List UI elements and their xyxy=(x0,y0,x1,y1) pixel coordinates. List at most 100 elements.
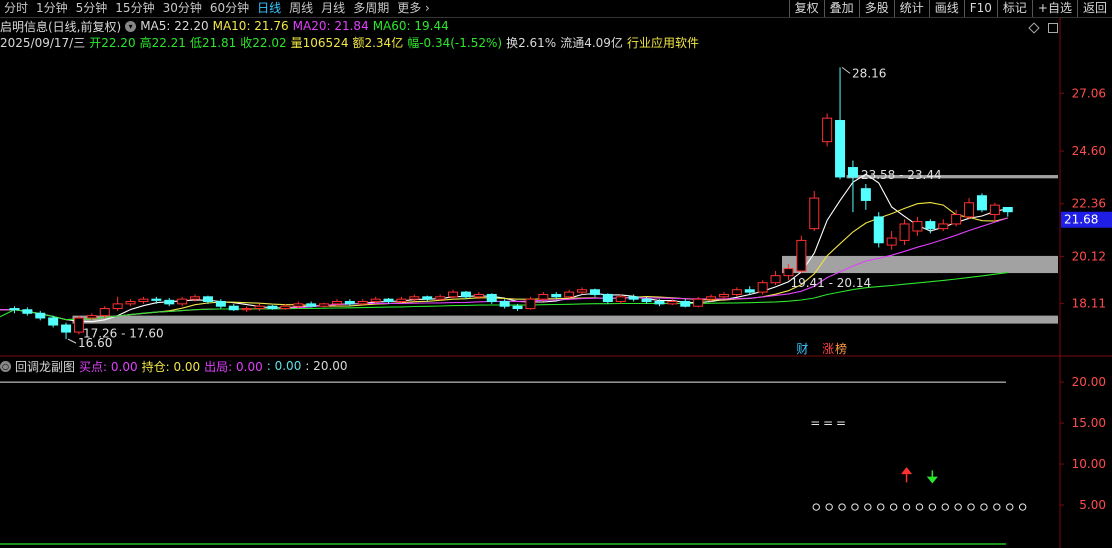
candle-body-7 xyxy=(99,308,110,317)
current-price-label: 21.68 xyxy=(1064,213,1098,227)
sub-circle-63 xyxy=(838,503,846,511)
sub-up-arrow xyxy=(900,467,913,483)
candle-body-66 xyxy=(860,188,871,201)
candle-body-76 xyxy=(989,204,1000,216)
candle-body-51 xyxy=(667,301,678,305)
candle-body-3 xyxy=(48,317,59,326)
candle-body-60 xyxy=(783,268,794,277)
candle-body-30 xyxy=(396,298,407,303)
zone-label-2: 23.58 - 23.44 xyxy=(861,168,942,182)
candle-body-6 xyxy=(86,315,97,319)
candle-body-31 xyxy=(409,296,420,300)
candle-body-45 xyxy=(589,289,600,295)
candle-body-46 xyxy=(602,293,613,303)
sub-circle-64 xyxy=(851,503,859,511)
sub-circle-74 xyxy=(980,503,988,511)
candle-body-47 xyxy=(615,296,626,303)
candle-body-35 xyxy=(460,291,471,298)
price-tick-1: 24.60 xyxy=(1072,144,1106,158)
candle-body-57 xyxy=(744,289,755,293)
candle-body-62 xyxy=(809,197,820,230)
sub-circle-65 xyxy=(864,503,872,511)
low-label: 16.60 xyxy=(78,336,112,350)
hold-value: 持仓: 0.00 xyxy=(141,359,201,374)
candle-body-32 xyxy=(422,296,433,300)
candle-body-13 xyxy=(177,298,188,305)
sub-circle-69 xyxy=(915,503,924,511)
candle-body-50 xyxy=(654,301,665,305)
low-pointer xyxy=(67,338,77,344)
zone-label-1: 19.41 - 20.14 xyxy=(790,276,871,290)
sub-circle-72 xyxy=(954,503,962,511)
candle-body-73 xyxy=(951,214,962,225)
price-tick-3: 20.12 xyxy=(1072,249,1106,263)
candle-body-44 xyxy=(577,289,588,293)
sub-chart-header: ○ 回调龙副图 买点: 0.00 持仓: 0.00 出局: 0.00 : 0.0… xyxy=(0,358,352,374)
candle-body-75 xyxy=(976,195,987,211)
sub-circle-68 xyxy=(902,503,911,511)
price-tick-2: 22.36 xyxy=(1072,197,1106,211)
candle-body-55 xyxy=(718,293,729,298)
candle-body-59 xyxy=(770,275,781,284)
price-tick-0: 27.06 xyxy=(1072,86,1106,100)
candle-body-40 xyxy=(525,298,536,310)
candle-body-43 xyxy=(564,291,575,298)
candle-body-74 xyxy=(964,202,975,218)
sub-circle-73 xyxy=(967,503,975,511)
sub-circle-77 xyxy=(1018,503,1027,511)
candle-body-34 xyxy=(448,291,459,298)
candle-body-23 xyxy=(306,303,317,307)
sub-circle-67 xyxy=(889,503,898,511)
candle-body-4 xyxy=(61,324,72,333)
candle-body-24 xyxy=(319,303,330,307)
candle-body-33 xyxy=(435,296,446,300)
sub-value-2: : 20.00 xyxy=(305,359,348,373)
candle-body-77 xyxy=(1002,206,1013,213)
candle-body-53 xyxy=(693,298,704,307)
candle-body-48 xyxy=(628,296,639,300)
candle-body-56 xyxy=(731,289,742,295)
sub-equals-2: = xyxy=(836,416,846,430)
candle-body-71 xyxy=(925,221,936,230)
candle-body-12 xyxy=(164,299,175,305)
sub-circle-61 xyxy=(812,503,820,511)
high-label: 28.16 xyxy=(852,66,886,80)
sub-tick-2: 10.00 xyxy=(1072,457,1106,471)
sub-tick-0: 20.00 xyxy=(1072,375,1106,389)
sub-circle-66 xyxy=(877,503,885,511)
kline-chart[interactable]: 17.26 - 17.6019.41 - 20.1423.58 - 23.442… xyxy=(0,0,1112,548)
candle-body-21 xyxy=(280,305,291,310)
sub-circle-62 xyxy=(825,503,833,511)
candle-body-18 xyxy=(241,308,252,311)
candle-body-8 xyxy=(112,303,123,310)
support-zone-1 xyxy=(782,255,1058,274)
ma5-line xyxy=(0,173,1008,323)
candle-body-27 xyxy=(357,301,368,305)
candle-body-0 xyxy=(9,308,20,311)
candle-body-29 xyxy=(383,298,394,303)
candle-body-11 xyxy=(151,298,162,301)
candle-body-20 xyxy=(267,305,278,310)
sub-title[interactable]: 回调龙副图 xyxy=(15,358,75,375)
candle-body-49 xyxy=(641,298,652,303)
candle-body-61 xyxy=(796,239,807,272)
sub-settings-icon[interactable]: ○ xyxy=(0,360,11,372)
event-marker-0: 财 xyxy=(796,342,808,356)
candle-body-17 xyxy=(228,305,239,311)
sub-circle-76 xyxy=(1006,503,1014,511)
price-tick-4: 18.11 xyxy=(1072,297,1106,311)
candle-body-54 xyxy=(706,296,717,300)
candle-body-63 xyxy=(822,117,833,143)
support-zone-0 xyxy=(72,315,1058,324)
event-marker-1: 涨 xyxy=(822,341,834,356)
candle-body-2 xyxy=(35,312,46,319)
candle-body-16 xyxy=(215,301,226,307)
candle-body-72 xyxy=(938,223,949,230)
sub-circle-70 xyxy=(928,503,937,511)
candle-body-25 xyxy=(331,301,342,305)
candle-body-65 xyxy=(847,167,858,178)
candle-body-15 xyxy=(202,296,213,303)
candle-body-42 xyxy=(551,293,562,298)
exit-value: 出局: 0.00 xyxy=(204,359,263,374)
sub-equals-1: = xyxy=(823,416,833,430)
